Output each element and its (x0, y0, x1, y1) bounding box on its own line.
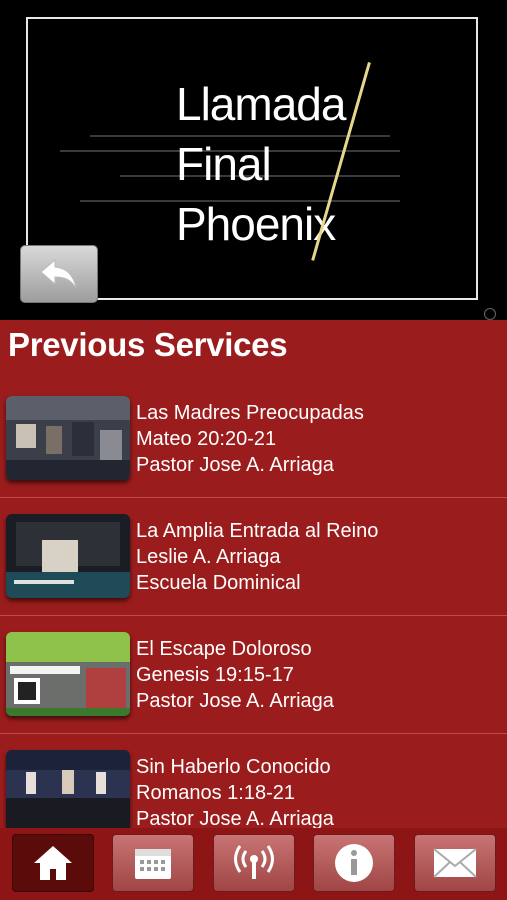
service-speaker: Pastor Jose A. Arriaga (136, 808, 334, 828)
service-title: Sin Haberlo Conocido (136, 756, 331, 778)
service-thumbnail (6, 750, 130, 828)
service-speaker: Escuela Dominical (136, 572, 301, 594)
service-item[interactable]: Las Madres Preocupadas Mateo 20:20-21 Pa… (0, 380, 507, 498)
services-list[interactable]: Las Madres Preocupadas Mateo 20:20-21 Pa… (0, 380, 507, 828)
service-item[interactable]: Sin Haberlo Conocido Romanos 1:18-21 Pas… (0, 734, 507, 828)
tab-live[interactable] (213, 834, 295, 892)
service-thumbnail (6, 514, 130, 598)
service-reference: Leslie A. Arriaga (136, 546, 281, 568)
service-thumbnail (6, 396, 130, 480)
hero-title-line: Llamada (176, 78, 346, 130)
hero-video[interactable]: Llamada Final Phoenix (0, 0, 507, 320)
service-item[interactable]: El Escape Doloroso Genesis 19:15-17 Past… (0, 616, 507, 734)
broadcast-icon (234, 845, 274, 879)
service-speaker: Pastor Jose A. Arriaga (136, 690, 334, 712)
hero-title-line: Phoenix (176, 198, 336, 250)
service-title: La Amplia Entrada al Reino (136, 520, 379, 542)
service-reference: Genesis 19:15-17 (136, 664, 294, 686)
service-reference: Mateo 20:20-21 (136, 428, 277, 450)
home-icon (34, 846, 72, 880)
tab-info[interactable] (313, 834, 395, 892)
tab-contact[interactable] (414, 834, 496, 892)
tab-calendar[interactable] (112, 834, 194, 892)
service-thumbnail (6, 632, 130, 716)
service-item[interactable]: La Amplia Entrada al Reino Leslie A. Arr… (0, 498, 507, 616)
service-reference: Romanos 1:18-21 (136, 782, 295, 804)
info-icon (335, 844, 373, 882)
section-title: Previous Services (8, 326, 288, 363)
service-title: Las Madres Preocupadas (136, 402, 364, 424)
service-title: El Escape Doloroso (136, 638, 312, 660)
reply-arrow-icon (40, 258, 77, 289)
hero-title-line: Final (176, 138, 272, 190)
tab-home[interactable] (12, 834, 94, 892)
mail-icon (433, 848, 477, 878)
service-speaker: Pastor Jose A. Arriaga (136, 454, 334, 476)
settings-dot (484, 308, 496, 320)
back-button[interactable] (20, 245, 98, 303)
calendar-icon (135, 849, 171, 879)
bottom-tab-bar (0, 828, 507, 900)
